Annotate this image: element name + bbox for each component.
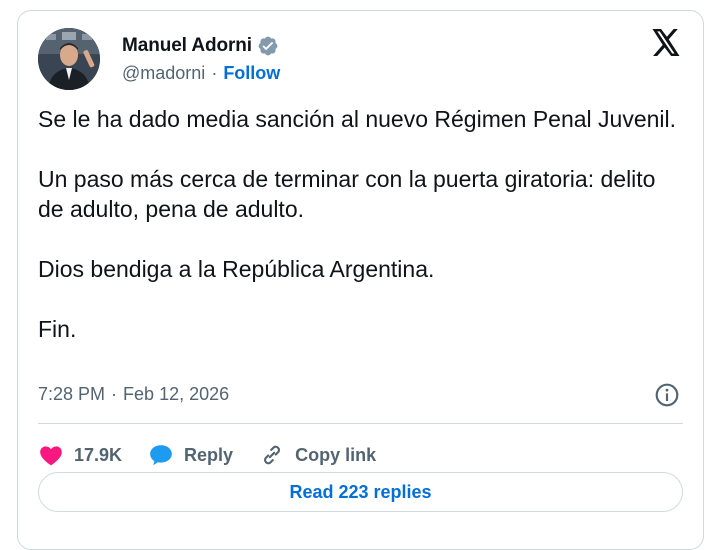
tweet-paragraph: Un paso más cerca de terminar con la pue…	[38, 166, 656, 222]
author-handle[interactable]: @madorni	[122, 63, 205, 84]
tweet-text: Se le ha dado media sanción al nuevo Rég…	[38, 104, 678, 344]
handle-separator: ·	[211, 63, 218, 83]
tweet-timestamp[interactable]: 7:28 PM · Feb 12, 2026	[38, 384, 229, 405]
divider	[38, 423, 683, 424]
author-display-name[interactable]: Manuel Adorni	[122, 35, 252, 57]
info-icon[interactable]	[654, 382, 680, 408]
author-name-row[interactable]: Manuel Adorni	[122, 35, 279, 57]
reply-button[interactable]: Reply	[148, 442, 233, 468]
tweet-paragraph: Fin.	[38, 316, 77, 342]
like-button[interactable]: 17.9K	[38, 442, 122, 468]
read-replies-button[interactable]: Read 223 replies	[38, 472, 683, 512]
tweet-time: 7:28 PM	[38, 384, 106, 404]
follow-button[interactable]: Follow	[223, 63, 280, 84]
author-handle-row: @madorni · Follow	[122, 63, 280, 84]
copy-link-label: Copy link	[295, 444, 377, 465]
tweet-paragraph: Se le ha dado media sanción al nuevo Rég…	[38, 106, 677, 132]
x-logo-icon[interactable]	[651, 29, 681, 56]
verified-badge-icon	[257, 35, 279, 57]
like-count: 17.9K	[74, 444, 123, 465]
tweet-date: Feb 12, 2026	[123, 384, 230, 404]
copy-link-button[interactable]: Copy link	[259, 442, 376, 468]
tweet-actions: 17.9K Reply Copy link	[38, 435, 402, 475]
timestamp-separator: ·	[111, 384, 118, 404]
avatar[interactable]	[38, 28, 100, 90]
link-icon	[259, 442, 285, 468]
heart-icon	[38, 442, 64, 468]
tweet-paragraph: Dios bendiga a la República Argentina.	[38, 256, 435, 282]
speech-bubble-icon	[148, 442, 174, 468]
tweet-embed-card: Manuel Adorni @madorni · Follow Se le ha…	[17, 10, 704, 550]
reply-label: Reply	[184, 444, 234, 465]
